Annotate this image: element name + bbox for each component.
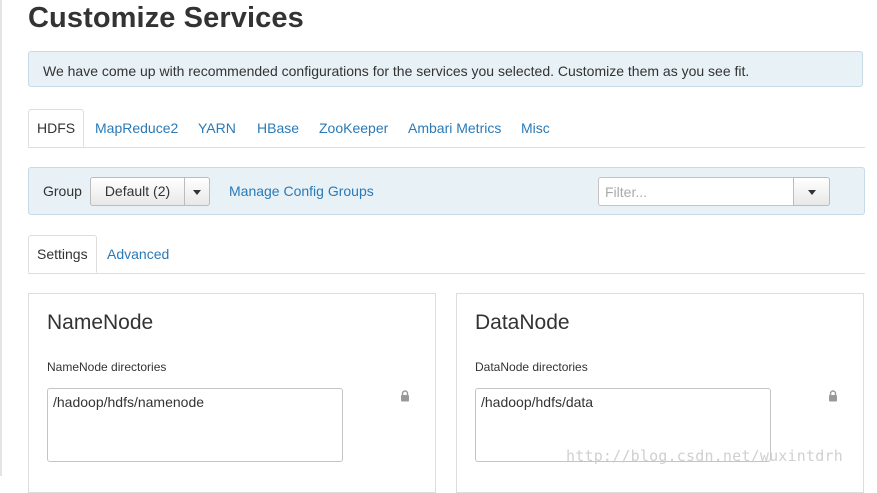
filter-input[interactable] xyxy=(598,177,794,206)
caret-down-icon xyxy=(193,190,201,195)
service-tabs: HDFS MapReduce2 YARN HBase ZooKeeper Amb… xyxy=(28,109,865,148)
info-alert-text: We have come up with recommended configu… xyxy=(43,63,750,79)
info-alert: We have come up with recommended configu… xyxy=(28,51,863,87)
tab-hdfs[interactable]: HDFS xyxy=(28,109,85,147)
tab-mapreduce2[interactable]: MapReduce2 xyxy=(95,109,178,146)
field-label: NameNode directories xyxy=(47,360,167,374)
tab-ambari-metrics[interactable]: Ambari Metrics xyxy=(408,109,501,146)
tab-settings[interactable]: Settings xyxy=(28,235,97,273)
tab-misc[interactable]: Misc xyxy=(521,109,550,146)
config-group-bar: Group Default (2) Manage Config Groups xyxy=(28,167,865,215)
settings-tabs: Settings Advanced xyxy=(28,235,865,274)
tab-zookeeper[interactable]: ZooKeeper xyxy=(319,109,388,146)
group-select-button[interactable]: Default (2) xyxy=(90,177,185,206)
lock-icon[interactable] xyxy=(828,390,838,402)
filter-dropdown-toggle[interactable] xyxy=(793,177,830,206)
group-dropdown-toggle[interactable] xyxy=(184,177,210,206)
tab-hbase[interactable]: HBase xyxy=(257,109,299,146)
field-label: DataNode directories xyxy=(475,360,588,374)
tab-yarn[interactable]: YARN xyxy=(198,109,236,146)
watermark: http://blog.csdn.net/wuxintdrh xyxy=(566,447,843,465)
panel-title: NameNode xyxy=(47,311,154,334)
manage-config-groups-link[interactable]: Manage Config Groups xyxy=(229,183,374,199)
tab-advanced[interactable]: Advanced xyxy=(107,235,169,272)
page-title: Customize Services xyxy=(28,2,304,34)
namenode-panel: NameNode NameNode directories xyxy=(28,293,436,493)
namenode-directories-input[interactable] xyxy=(47,388,343,462)
lock-icon[interactable] xyxy=(400,390,410,402)
page-edge xyxy=(0,0,2,476)
caret-down-icon xyxy=(808,190,816,195)
group-label: Group xyxy=(43,183,82,199)
panel-title: DataNode xyxy=(475,311,570,334)
